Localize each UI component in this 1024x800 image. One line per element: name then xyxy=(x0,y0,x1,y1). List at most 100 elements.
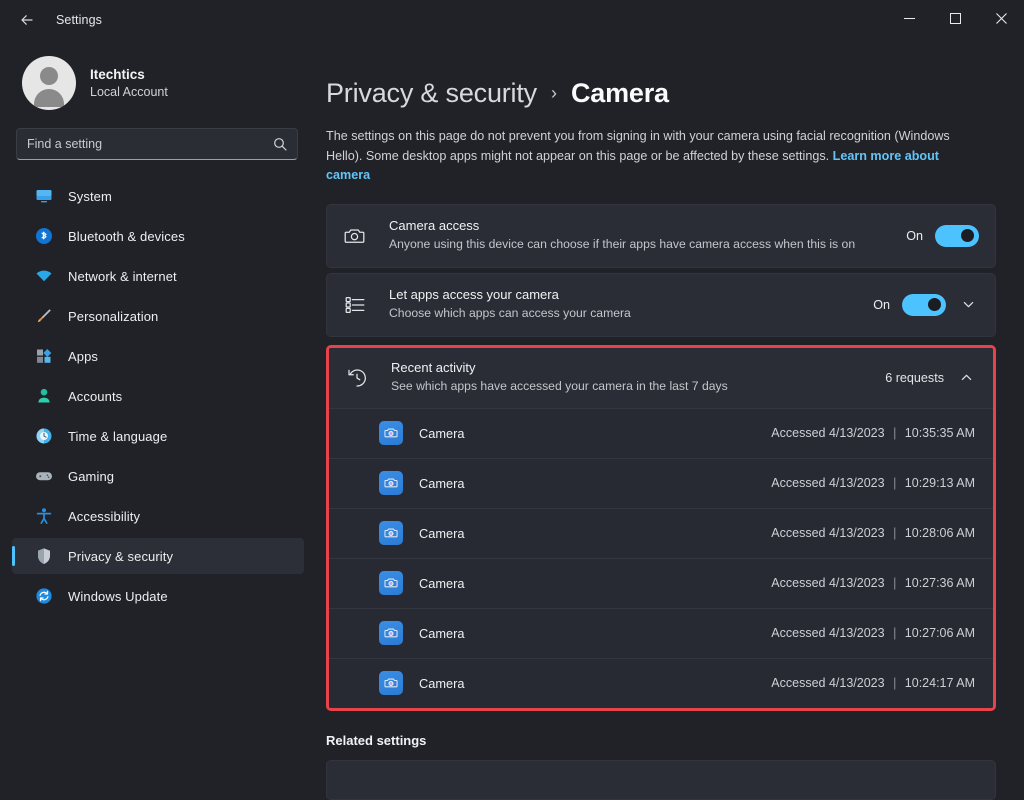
search-box[interactable] xyxy=(16,128,298,160)
account-section[interactable]: Itechtics Local Account xyxy=(0,40,320,112)
camera-app-icon xyxy=(379,521,403,546)
recent-activity-list: Camera Accessed 4/13/2023 | 10:35:35 AM … xyxy=(329,407,993,708)
access-time: 10:24:17 AM xyxy=(904,676,975,691)
avatar-body xyxy=(34,89,64,107)
page-title: Camera xyxy=(570,78,669,108)
access-timestamp: Accessed 4/13/2023 | 10:35:35 AM xyxy=(771,426,975,440)
window-controls xyxy=(886,0,1024,40)
window-title: Settings xyxy=(56,13,102,27)
list-item[interactable]: Camera Accessed 4/13/2023 | 10:27:06 AM xyxy=(329,607,993,658)
camera-app-icon xyxy=(379,471,403,496)
sidebar-item-privacy-security[interactable]: Privacy & security xyxy=(12,538,304,574)
let-apps-access-controls: On xyxy=(873,293,979,316)
sidebar-item-label: Windows Update xyxy=(68,588,168,604)
let-apps-access-subtitle: Choose which apps can access your camera xyxy=(389,306,631,321)
access-time: 10:27:06 AM xyxy=(904,626,975,641)
list-item[interactable]: Camera Accessed 4/13/2023 | 10:28:06 AM xyxy=(329,507,993,558)
sidebar-item-windows-update[interactable]: Windows Update xyxy=(12,578,304,614)
sidebar-item-accounts[interactable]: Accounts xyxy=(12,378,304,414)
list-item[interactable]: Camera Accessed 4/13/2023 | 10:35:35 AM xyxy=(329,407,993,458)
close-button[interactable] xyxy=(978,0,1024,40)
access-timestamp: Accessed 4/13/2023 | 10:27:06 AM xyxy=(771,626,975,640)
sidebar-item-accessibility[interactable]: Accessibility xyxy=(12,498,304,534)
let-apps-access-card[interactable]: Let apps access your camera Choose which… xyxy=(326,272,996,337)
breadcrumb-parent[interactable]: Privacy & security xyxy=(326,78,537,109)
sidebar-item-apps[interactable]: Apps xyxy=(12,338,304,374)
sidebar-item-label: Accessibility xyxy=(68,508,141,524)
minimize-button[interactable] xyxy=(886,0,932,40)
app-name: Camera xyxy=(419,425,465,441)
camera-access-text: Camera access Anyone using this device c… xyxy=(389,206,906,265)
sidebar-nav: System Bluetooth & devices Network & int… xyxy=(0,178,320,614)
back-arrow-icon xyxy=(19,12,35,28)
camera-app-icon xyxy=(379,621,403,646)
minimize-icon xyxy=(903,11,915,29)
monitor-icon xyxy=(34,186,54,206)
chevron-down-icon[interactable] xyxy=(958,294,979,315)
account-type: Local Account xyxy=(90,85,168,100)
back-button[interactable] xyxy=(10,4,44,36)
maximize-button[interactable] xyxy=(932,0,978,40)
camera-app-icon xyxy=(379,421,403,446)
camera-access-title: Camera access xyxy=(389,217,480,233)
access-date: 4/13/2023 xyxy=(828,576,885,591)
breadcrumb-separator-icon: › xyxy=(550,83,557,103)
search-input[interactable] xyxy=(27,137,273,151)
related-settings-title: Related settings xyxy=(326,732,427,748)
access-date: 4/13/2023 xyxy=(828,426,885,441)
app-name: Camera xyxy=(419,475,465,491)
timestamp-separator: | xyxy=(893,676,897,691)
related-settings-card[interactable] xyxy=(326,759,996,800)
access-timestamp: Accessed 4/13/2023 | 10:24:17 AM xyxy=(771,676,975,690)
recent-activity-highlight: Recent activity See which apps have acce… xyxy=(326,344,996,711)
access-time: 10:28:06 AM xyxy=(904,526,975,541)
toggle-knob xyxy=(928,298,941,312)
page-description: The settings on this page do not prevent… xyxy=(326,127,986,186)
access-date: 4/13/2023 xyxy=(828,526,885,541)
app-name: Camera xyxy=(419,675,465,691)
sidebar-item-gaming[interactable]: Gaming xyxy=(12,458,304,494)
recent-activity-text: Recent activity See which apps have acce… xyxy=(391,348,885,407)
sidebar-item-label: Bluetooth & devices xyxy=(68,228,185,244)
sidebar-item-network[interactable]: Network & internet xyxy=(12,258,304,294)
timestamp-separator: | xyxy=(893,576,897,591)
app-name: Camera xyxy=(419,525,465,541)
sidebar-item-bluetooth[interactable]: Bluetooth & devices xyxy=(12,218,304,254)
chevron-up-icon[interactable] xyxy=(956,367,977,388)
account-name: Itechtics xyxy=(90,66,145,82)
access-timestamp: Accessed 4/13/2023 | 10:27:36 AM xyxy=(771,576,975,590)
list-item[interactable]: Camera Accessed 4/13/2023 | 10:29:13 AM xyxy=(329,457,993,508)
title-bar: Settings xyxy=(0,0,1024,40)
toggle-knob xyxy=(961,229,974,243)
list-item[interactable]: Camera Accessed 4/13/2023 | 10:24:17 AM xyxy=(329,657,993,708)
recent-activity-controls: 6 requests xyxy=(885,367,977,388)
wifi-icon xyxy=(34,266,54,286)
access-date: 4/13/2023 xyxy=(828,626,885,641)
breadcrumb: Privacy & security › Camera xyxy=(326,78,996,109)
access-timestamp: Accessed 4/13/2023 | 10:29:13 AM xyxy=(771,476,975,490)
camera-access-toggle[interactable] xyxy=(935,224,979,247)
sidebar-item-label: Time & language xyxy=(68,428,168,444)
history-clock-icon xyxy=(343,367,371,389)
close-icon xyxy=(995,11,1007,29)
timestamp-separator: | xyxy=(893,626,897,641)
app-name: Camera xyxy=(419,625,465,641)
let-apps-access-title: Let apps access your camera xyxy=(389,286,559,302)
access-time: 10:35:35 AM xyxy=(904,426,975,441)
search-icon xyxy=(273,137,287,151)
let-apps-toggle[interactable] xyxy=(902,293,946,316)
access-time: 10:29:13 AM xyxy=(904,476,975,491)
timestamp-separator: | xyxy=(893,526,897,541)
clock-globe-icon xyxy=(34,426,54,446)
recent-activity-header[interactable]: Recent activity See which apps have acce… xyxy=(329,347,993,408)
apps-icon xyxy=(34,346,54,366)
list-item[interactable]: Camera Accessed 4/13/2023 | 10:27:36 AM xyxy=(329,557,993,608)
sidebar-item-personalization[interactable]: Personalization xyxy=(12,298,304,334)
sidebar-item-time-language[interactable]: Time & language xyxy=(12,418,304,454)
account-text: Itechtics Local Account xyxy=(90,66,168,101)
camera-access-card[interactable]: Camera access Anyone using this device c… xyxy=(326,203,996,268)
access-prefix: Accessed xyxy=(771,576,826,591)
app-list-icon xyxy=(341,294,369,316)
recent-activity-subtitle: See which apps have accessed your camera… xyxy=(391,379,728,394)
sidebar-item-system[interactable]: System xyxy=(12,178,304,214)
